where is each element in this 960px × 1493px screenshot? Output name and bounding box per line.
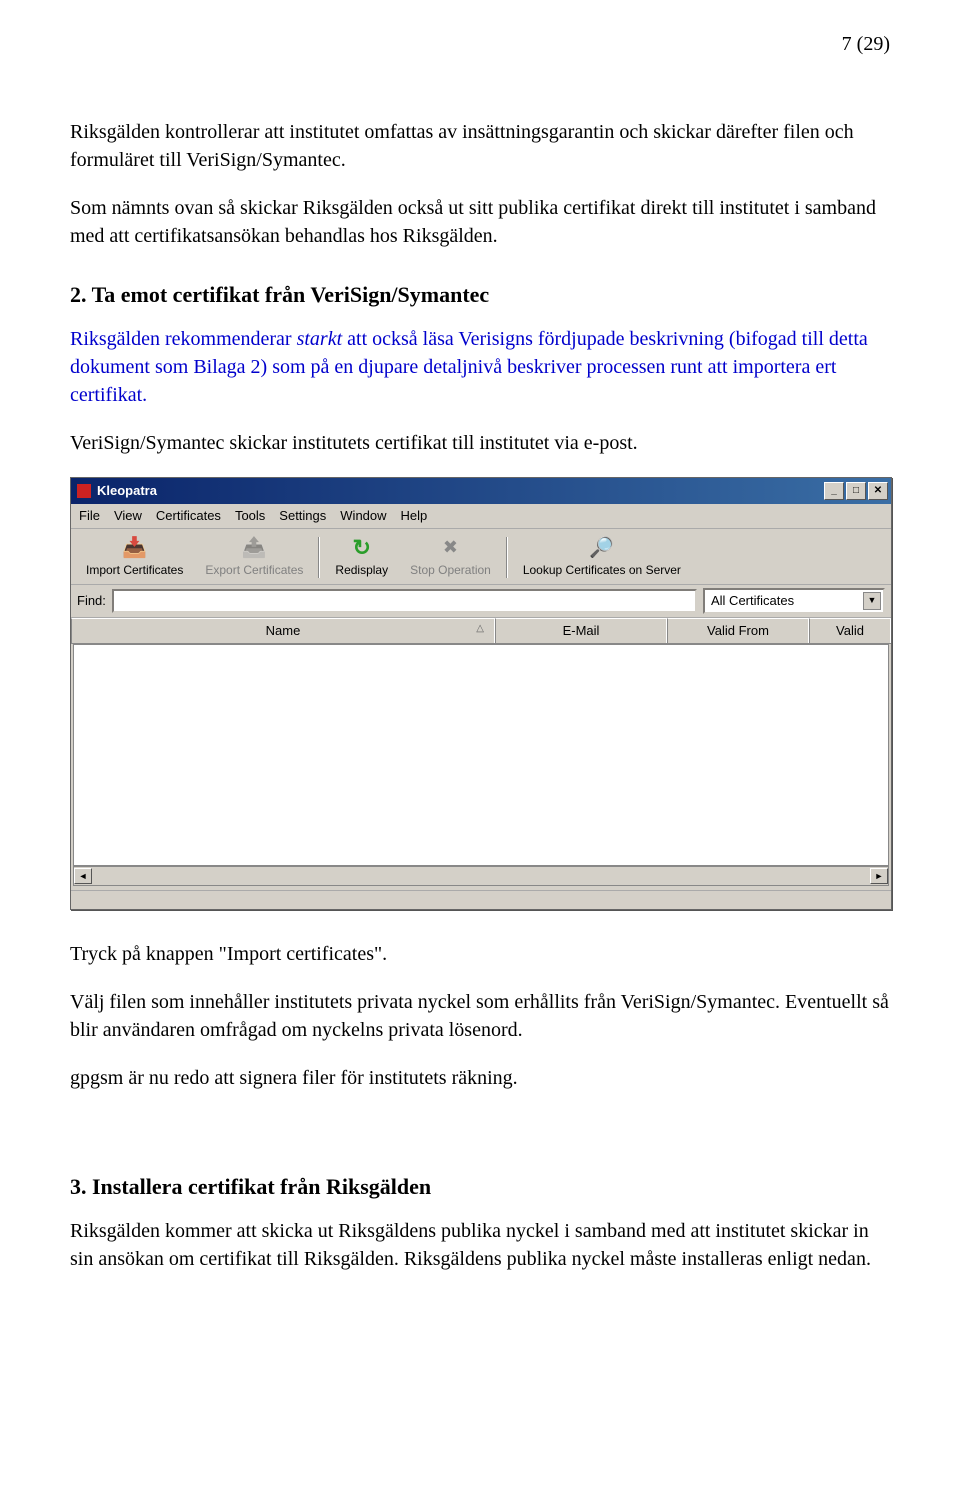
redisplay-icon [348,536,376,560]
menu-settings[interactable]: Settings [279,507,326,525]
redisplay-button[interactable]: Redisplay [324,533,399,582]
paragraph: Som nämnts ovan så skickar Riksgälden oc… [70,194,890,250]
minimize-button[interactable]: _ [824,482,844,500]
export-icon [240,536,268,560]
col-valid[interactable]: Valid [809,618,891,643]
chevron-down-icon: ▼ [863,592,881,610]
col-valid-from[interactable]: Valid From [667,618,809,643]
paragraph: gpgsm är nu redo att signera filer för i… [70,1064,890,1092]
section-heading-3: 3. Installera certifikat från Riksgälden [70,1172,890,1203]
maximize-button[interactable]: □ [846,482,866,500]
paragraph: Riksgälden kontrollerar att institutet o… [70,118,890,174]
paragraph: Tryck på knappen "Import certificates". [70,940,890,968]
toolbar-separator [506,537,508,578]
toolbar-separator [318,537,320,578]
lookup-certificates-button[interactable]: Lookup Certificates on Server [512,533,692,582]
lookup-label: Lookup Certificates on Server [523,562,681,579]
col-email[interactable]: E-Mail [495,618,667,643]
section-heading-2: 2. Ta emot certifikat från VeriSign/Syma… [70,280,890,311]
blue-note-emphasis: starkt [297,328,343,350]
menu-help[interactable]: Help [401,507,428,525]
window-title: Kleopatra [97,482,157,500]
import-certificates-button[interactable]: Import Certificates [75,533,194,582]
horizontal-scrollbar[interactable]: ◄ ► [73,866,889,886]
paragraph: Välj filen som innehåller institutets pr… [70,988,890,1044]
find-label: Find: [77,592,106,610]
filter-select[interactable]: All Certificates ▼ [703,588,885,614]
stop-operation-button: Stop Operation [399,533,502,582]
blue-note: Riksgälden rekommenderar starkt att ocks… [70,325,890,409]
find-input[interactable] [112,589,697,613]
import-icon [121,536,149,560]
menu-file[interactable]: File [79,507,100,525]
scroll-right-button[interactable]: ► [870,868,888,884]
certificates-table: Name △ E-Mail Valid From Valid ◄ ► [71,618,891,886]
filter-select-value: All Certificates [711,592,794,610]
find-row: Find: All Certificates ▼ [71,585,891,618]
redisplay-label: Redisplay [335,562,388,579]
menu-view[interactable]: View [114,507,142,525]
stop-icon [436,536,464,560]
status-bar [71,890,891,909]
scroll-left-button[interactable]: ◄ [74,868,92,884]
page-number: 7 (29) [70,30,890,58]
close-button[interactable]: ✕ [868,482,888,500]
col-name-label: Name [266,623,301,638]
stop-label: Stop Operation [410,562,491,579]
export-label: Export Certificates [205,562,303,579]
table-body-empty [73,644,889,866]
paragraph: Riksgälden kommer att skicka ut Riksgäld… [70,1217,890,1273]
app-icon [77,484,91,498]
toolbar: Import Certificates Export Certificates … [71,529,891,585]
kleopatra-window: Kleopatra _ □ ✕ File View Certificates T… [70,477,892,910]
menu-certificates[interactable]: Certificates [156,507,221,525]
table-header-row: Name △ E-Mail Valid From Valid [71,618,891,644]
menubar: File View Certificates Tools Settings Wi… [71,504,891,529]
export-certificates-button: Export Certificates [194,533,314,582]
menu-tools[interactable]: Tools [235,507,265,525]
sort-asc-icon: △ [476,622,484,636]
col-name[interactable]: Name △ [71,618,495,643]
import-label: Import Certificates [86,562,183,579]
menu-window[interactable]: Window [340,507,386,525]
window-titlebar: Kleopatra _ □ ✕ [71,478,891,504]
lookup-icon [588,536,616,560]
paragraph: VeriSign/Symantec skickar institutets ce… [70,429,890,457]
blue-note-pre: Riksgälden rekommenderar [70,328,297,350]
